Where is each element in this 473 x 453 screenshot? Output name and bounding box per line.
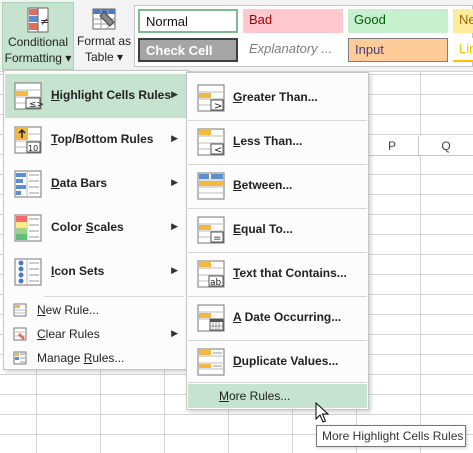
- conditional-formatting-icon: ≠: [27, 7, 49, 33]
- submenu-item-duplicate-values[interactable]: Duplicate Values...: [188, 340, 367, 384]
- data-bars-icon: [14, 170, 42, 198]
- date-occurring-icon: [197, 304, 225, 332]
- top-bottom-rules-icon: 10: [14, 126, 42, 154]
- duplicate-values-icon: [197, 348, 225, 376]
- svg-text:ab: ab: [210, 278, 222, 288]
- format-as-table-button[interactable]: Format as Table ▾: [76, 2, 132, 70]
- submenu-item-more-rules[interactable]: More Rules...: [188, 384, 367, 408]
- clear-rules-icon: [13, 327, 27, 341]
- highlight-cells-rules-icon: ≤>: [14, 82, 43, 110]
- submenu-item-equal-to[interactable]: = Equal To...: [188, 208, 367, 252]
- conditional-formatting-button[interactable]: ≠ Conditional Formatting ▾: [2, 2, 74, 70]
- manage-rules-icon: [13, 351, 27, 365]
- submenu-arrow-icon: ▶: [171, 177, 178, 187]
- style-check-cell[interactable]: Check Cell: [138, 38, 238, 62]
- submenu-arrow-icon: ▶: [171, 265, 178, 275]
- format-as-table-icon: [92, 8, 116, 30]
- svg-text:=: =: [213, 233, 221, 244]
- menu-item-clear-rules[interactable]: Clear Rules ▶: [5, 322, 186, 346]
- submenu-item-less-than[interactable]: < Less Than...: [188, 120, 367, 164]
- cell-styles-gallery: Normal Bad Good Ne Check Cell Explanator…: [134, 5, 473, 67]
- svg-text:≤>: ≤>: [29, 100, 43, 110]
- submenu-item-date-occurring[interactable]: A Date Occurring...: [188, 296, 367, 340]
- menu-item-top-bottom-rules[interactable]: 10 Top/Bottom Rules ▶: [5, 118, 186, 162]
- submenu-arrow-icon: ▶: [171, 328, 178, 338]
- menu-item-new-rule[interactable]: New Rule...: [5, 298, 186, 322]
- tooltip: More Highlight Cells Rules: [316, 425, 466, 447]
- submenu-arrow-icon: ▶: [171, 133, 178, 143]
- style-bad[interactable]: Bad: [243, 9, 343, 33]
- menu-item-data-bars[interactable]: Data Bars ▶: [5, 162, 186, 206]
- style-neutral[interactable]: Ne: [453, 9, 473, 33]
- submenu-item-between[interactable]: Between...: [188, 164, 367, 208]
- menu-item-highlight-cells-rules[interactable]: ≤> Highlight Cells Rules ▶: [5, 74, 186, 118]
- ribbon: ≠ Conditional Formatting ▾ Format as Tab…: [0, 0, 473, 72]
- chevron-down-icon: ▾: [117, 50, 124, 64]
- submenu-item-text-contains[interactable]: ab Text that Contains...: [188, 252, 367, 296]
- submenu-item-greater-than[interactable]: > Greater Than...: [188, 76, 367, 120]
- greater-than-icon: >: [197, 84, 225, 112]
- menu-item-icon-sets[interactable]: Icon Sets ▶: [5, 250, 186, 294]
- submenu-arrow-icon: ▶: [171, 89, 178, 99]
- menu-item-manage-rules[interactable]: Manage Rules...: [5, 346, 186, 370]
- text-contains-icon: ab: [197, 260, 225, 288]
- menu-separator: [188, 382, 367, 383]
- menu-item-color-scales[interactable]: Color Scales ▶: [5, 206, 186, 250]
- menu-separator: [44, 296, 184, 297]
- less-than-icon: <: [197, 128, 225, 156]
- equal-to-icon: =: [197, 216, 225, 244]
- style-input[interactable]: Input: [348, 38, 448, 62]
- column-header-q[interactable]: Q: [418, 136, 473, 156]
- new-rule-icon: [13, 303, 27, 317]
- mouse-pointer-icon: [315, 402, 330, 423]
- icon-sets-icon: [14, 258, 42, 286]
- style-normal[interactable]: Normal: [138, 9, 238, 33]
- style-good[interactable]: Good: [348, 9, 448, 33]
- chevron-down-icon: ▾: [65, 51, 72, 65]
- submenu-arrow-icon: ▶: [171, 221, 178, 231]
- conditional-formatting-menu: ≤> Highlight Cells Rules ▶ 10 Top/Bottom…: [3, 70, 188, 370]
- svg-text:<: <: [214, 145, 222, 156]
- svg-text:>: >: [214, 101, 222, 112]
- column-header-p[interactable]: P: [366, 136, 418, 156]
- highlight-cells-rules-submenu: > Greater Than... < Less Than... Between…: [186, 72, 369, 410]
- style-linked-cell[interactable]: Lin: [453, 38, 473, 62]
- between-icon: [197, 172, 225, 200]
- color-scales-icon: [14, 214, 42, 242]
- svg-text:10: 10: [28, 144, 38, 153]
- style-explanatory[interactable]: Explanatory ...: [243, 38, 343, 62]
- svg-text:≠: ≠: [40, 15, 49, 28]
